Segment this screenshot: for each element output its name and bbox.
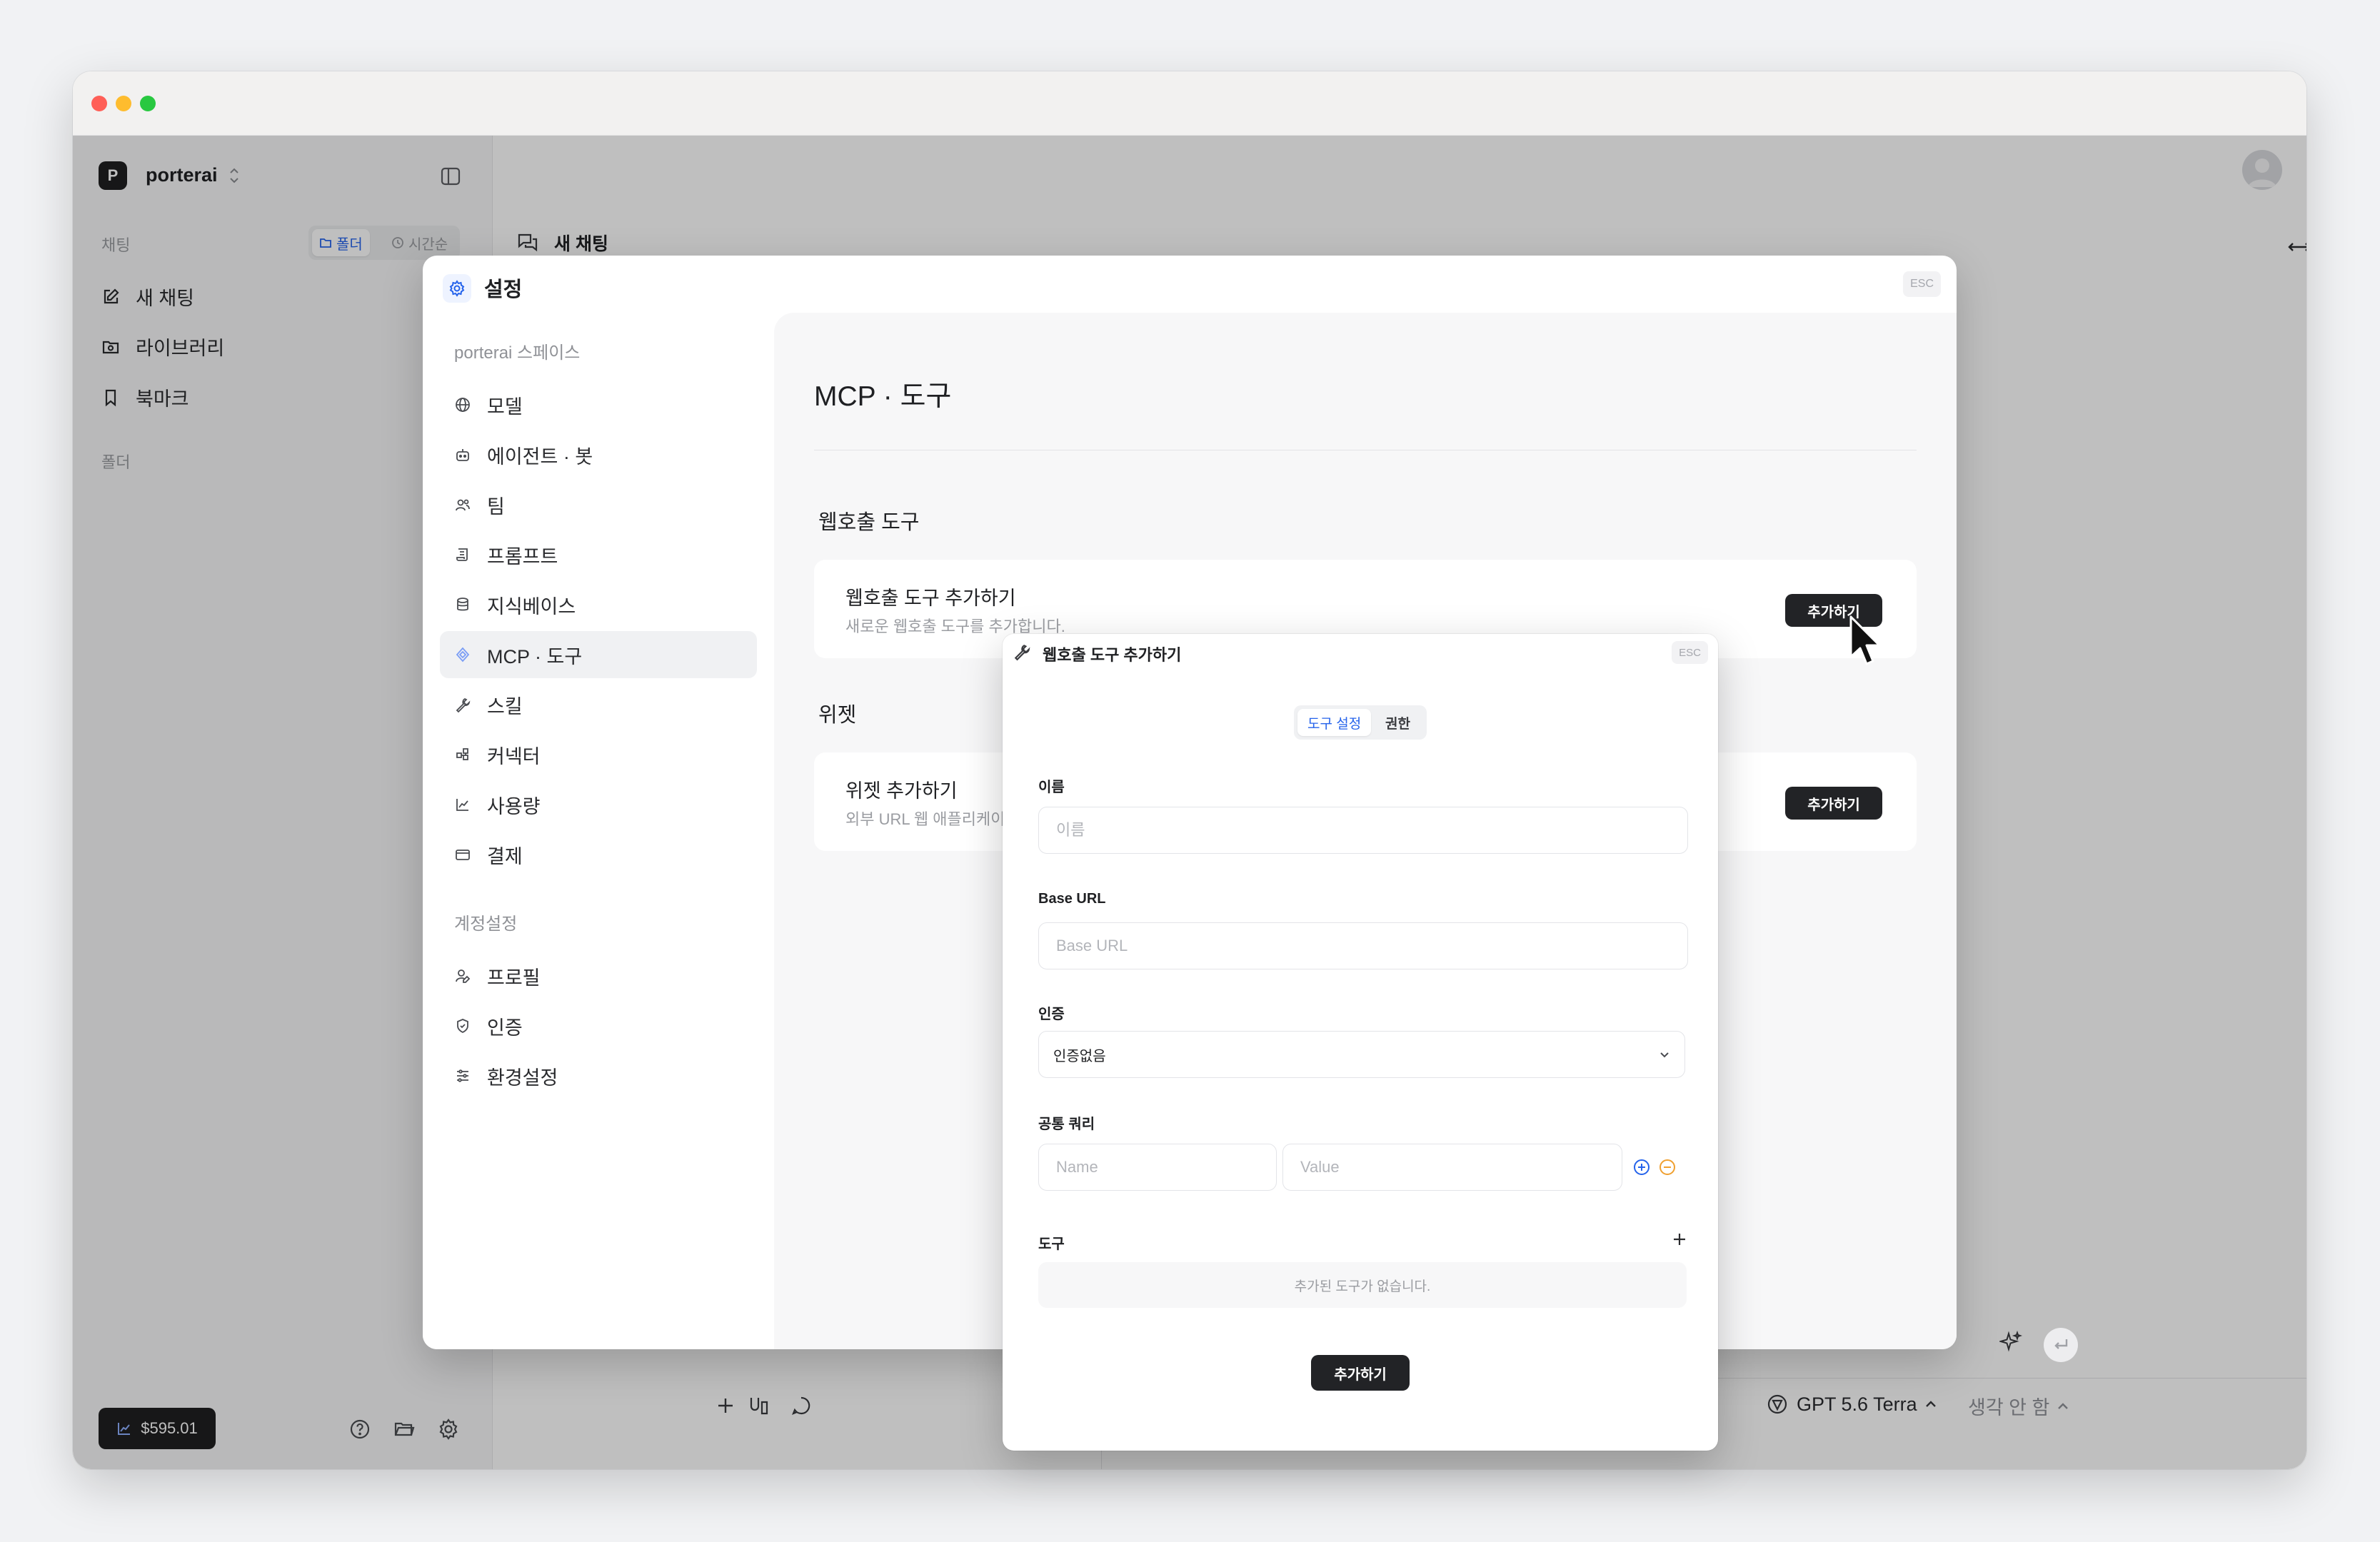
settings-nav-profile[interactable]: 프로필: [440, 952, 757, 999]
settings-nav-label: 프롬프트: [487, 545, 558, 568]
settings-nav-prompts[interactable]: 프롬프트: [440, 531, 757, 578]
settings-nav-team[interactable]: 팀: [440, 481, 757, 528]
dialog-title: 웹호출 도구 추가하기: [1043, 646, 1182, 664]
dialog-tabs: 도구 설정 권한: [1294, 705, 1427, 740]
name-input[interactable]: [1038, 807, 1688, 854]
wrench-icon: [456, 697, 471, 713]
settings-nav-label: 지식베이스: [487, 595, 576, 618]
mouse-cursor-icon: [1848, 615, 1882, 668]
close-window-button[interactable]: [91, 96, 107, 111]
maximize-window-button[interactable]: [140, 96, 156, 111]
dialog-submit-button[interactable]: 추가하기: [1311, 1355, 1410, 1391]
settings-nav-label: 커넥터: [487, 745, 541, 767]
settings-nav-label: 에이전트 · 봇: [487, 445, 593, 468]
globe-icon: [456, 398, 470, 412]
settings-nav-auth[interactable]: 인증: [440, 1002, 757, 1049]
bot-icon: [456, 449, 469, 461]
tools-icon[interactable]: [748, 1395, 770, 1416]
settings-nav: porterai 스페이스 모델 에이전트 · 봇 팀 프롬프트 지식베이스 M…: [423, 313, 774, 1349]
settings-nav-connectors[interactable]: 커넥터: [440, 731, 757, 778]
remove-query-icon[interactable]: [1658, 1158, 1677, 1176]
widget-card-desc: 외부 URL 웹 애플리케이: [845, 810, 1005, 828]
page-title: MCP · 도구: [814, 381, 952, 412]
shield-icon: [457, 1019, 468, 1034]
database-icon: [457, 598, 468, 611]
auth-label: 인증: [1038, 1007, 1065, 1022]
chart-icon: [456, 799, 468, 811]
tab-tool-settings[interactable]: 도구 설정: [1297, 709, 1372, 736]
title-bar: [73, 71, 2306, 136]
webhook-card-title: 웹호출 도구 추가하기: [845, 588, 1016, 609]
user-edit-icon: [456, 969, 471, 983]
connector-icon: [456, 748, 468, 760]
chevron-down-icon: [1660, 1052, 1669, 1058]
chevron-up-icon: [2058, 1402, 2069, 1409]
query-value-input[interactable]: [1282, 1144, 1622, 1191]
settings-nav-preferences[interactable]: 환경설정: [440, 1052, 757, 1099]
base-url-label: Base URL: [1038, 891, 1106, 907]
dialog-esc-button[interactable]: ESC: [1672, 641, 1708, 664]
settings-nav-models[interactable]: 모델: [440, 381, 757, 428]
tools-empty-state: 추가된 도구가 없습니다.: [1038, 1262, 1687, 1308]
model-name: GPT 5.6 Terra: [1797, 1393, 1917, 1415]
openai-logo-icon: [1767, 1394, 1787, 1414]
settings-nav-label: 프로필: [487, 967, 541, 989]
tools-label: 도구: [1038, 1236, 1065, 1252]
add-query-icon[interactable]: [1632, 1158, 1651, 1176]
settings-gear-icon: [443, 274, 471, 303]
common-query-label: 공통 쿼리: [1038, 1117, 1095, 1132]
settings-nav-mcp-tools[interactable]: MCP · 도구: [440, 631, 757, 678]
widget-section-title: 위젯: [818, 704, 857, 727]
name-label: 이름: [1038, 780, 1065, 795]
widget-card-title: 위젯 추가하기: [845, 780, 958, 802]
auth-select[interactable]: 인증없음: [1038, 1031, 1685, 1078]
settings-nav-label: 인증: [487, 1017, 523, 1039]
send-button[interactable]: [2044, 1328, 2078, 1362]
settings-nav-label: 팀: [487, 495, 505, 518]
sparkle-icon[interactable]: [1999, 1331, 2022, 1354]
query-name-input[interactable]: [1038, 1144, 1277, 1191]
sliders-icon: [457, 1069, 468, 1082]
model-selector[interactable]: GPT 5.6 Terra: [1765, 1392, 1937, 1416]
enter-icon: [2054, 1339, 2068, 1349]
thinking-selector[interactable]: 생각 안 함: [1968, 1392, 2069, 1420]
settings-title: 설정: [484, 278, 523, 301]
add-widget-button[interactable]: 추가하기: [1785, 787, 1882, 820]
chevron-up-icon: [1925, 1401, 1936, 1407]
tab-permissions[interactable]: 권한: [1375, 709, 1420, 736]
wrench-icon: [1013, 642, 1031, 661]
minimize-window-button[interactable]: [116, 96, 131, 111]
settings-nav-label: 스킬: [487, 695, 523, 717]
mcp-icon: [456, 647, 470, 662]
users-icon: [456, 499, 470, 511]
settings-nav-skills[interactable]: 스킬: [440, 681, 757, 728]
settings-nav-label: 환경설정: [487, 1067, 558, 1089]
settings-nav-label: MCP · 도구: [487, 645, 583, 667]
settings-nav-label: 모델: [487, 395, 523, 418]
base-url-input[interactable]: [1038, 922, 1688, 969]
settings-nav-label: 결제: [487, 845, 523, 867]
chat-circle-icon[interactable]: [790, 1395, 812, 1416]
settings-nav-label: 사용량: [487, 795, 541, 817]
workspace-section-label: porterai 스페이스: [454, 343, 581, 363]
attach-plus-icon[interactable]: [715, 1395, 736, 1416]
settings-nav-billing[interactable]: 결제: [440, 831, 757, 878]
add-tool-icon[interactable]: [1671, 1231, 1688, 1248]
account-section-label: 계정설정: [454, 914, 518, 934]
scroll-icon: [456, 548, 468, 561]
settings-nav-knowledge[interactable]: 지식베이스: [440, 581, 757, 628]
settings-nav-usage[interactable]: 사용량: [440, 781, 757, 828]
card-icon: [456, 850, 470, 860]
webhook-section-title: 웹호출 도구: [818, 511, 920, 534]
settings-nav-agents[interactable]: 에이전트 · 봇: [440, 431, 757, 478]
thinking-mode: 생각 안 함: [1968, 1397, 2050, 1418]
settings-esc-button[interactable]: ESC: [1903, 271, 1941, 297]
add-webhook-dialog: 웹호출 도구 추가하기 ESC 도구 설정 권한 이름 Base URL 인증 …: [1003, 634, 1718, 1451]
auth-selected-value: 인증없음: [1053, 1048, 1106, 1064]
